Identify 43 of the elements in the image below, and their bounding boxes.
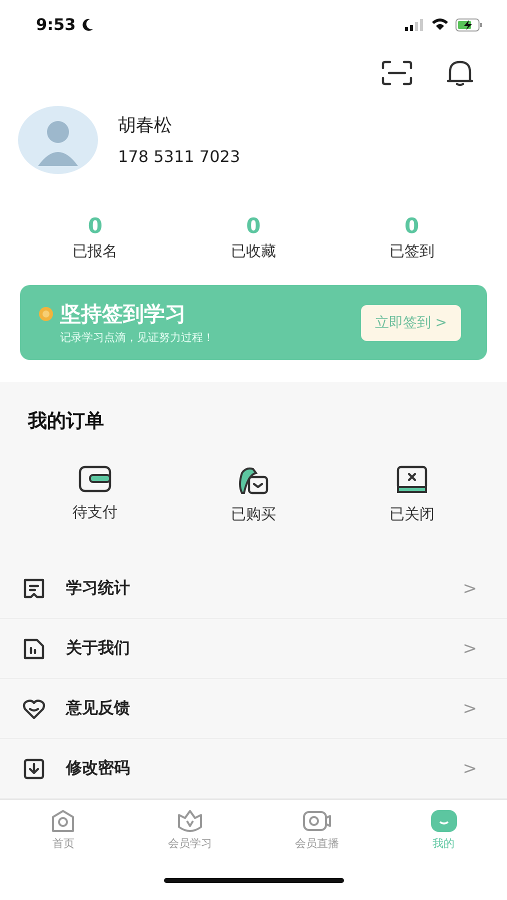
banner-title: 坚持签到学习 (60, 301, 186, 328)
moon-icon (82, 18, 94, 32)
scan-icon[interactable] (381, 60, 413, 86)
stat-label: 已报名 (72, 242, 118, 261)
coin-icon (38, 306, 54, 322)
stat-label: 已签到 (389, 242, 434, 261)
order-item[interactable]: 已购买 (174, 464, 333, 526)
menu-label: 学习统计 (66, 578, 131, 600)
chevron: > (462, 698, 477, 719)
menu-item[interactable]: 学习统计 > (0, 559, 507, 620)
stat-count: 0 (404, 214, 420, 238)
document-icon (22, 576, 46, 601)
menu-label: 修改密码 (66, 758, 131, 780)
section-title: 我的订单 (26, 409, 105, 434)
battery-icon (455, 18, 483, 32)
wifi-icon (431, 18, 449, 32)
stat-count: 0 (88, 214, 102, 238)
heart-icon (22, 696, 46, 721)
menu-item[interactable]: 意见反馈 > (0, 679, 507, 740)
notification-bell-icon[interactable] (445, 58, 475, 87)
chevron: > (462, 758, 477, 779)
signal-icon (405, 18, 425, 31)
camera-icon (302, 809, 332, 834)
stat-count: 0 (246, 214, 261, 238)
order-item[interactable]: 待支付 (16, 464, 174, 526)
smile-icon (430, 809, 458, 834)
chevron: > (462, 578, 477, 599)
menu-item[interactable]: 关于我们 > (0, 619, 507, 680)
stat-label: 已收藏 (230, 242, 276, 261)
closed-box-icon (394, 465, 429, 496)
phone-number: 178 5311 7023 (118, 147, 240, 166)
banner-subtitle: 记录学习点滴，见证努力过程！ (60, 330, 214, 345)
menu-label: 关于我们 (66, 638, 131, 660)
chart-icon (22, 636, 46, 661)
chevron: > (462, 638, 477, 659)
status-time: 9:53 (36, 15, 76, 34)
user-name: 胡春松 (118, 114, 173, 138)
bag-icon (236, 465, 270, 496)
wallet-icon (78, 465, 112, 494)
crown-icon (176, 809, 204, 834)
order-item[interactable]: 已关闭 (332, 464, 491, 526)
download-icon (22, 756, 46, 781)
menu-label: 意见反馈 (66, 698, 131, 720)
